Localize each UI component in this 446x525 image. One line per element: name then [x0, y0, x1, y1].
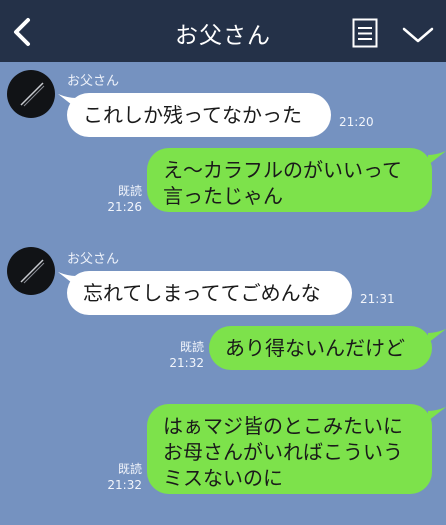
message-time: 21:20 — [339, 115, 374, 129]
avatar-image — [20, 259, 45, 284]
chat-header: お父さん — [0, 0, 446, 62]
message-bubble[interactable]: 忘れてしまっててごめんな — [67, 271, 352, 315]
message-bubble[interactable]: え〜カラフルのがいいって 言ったじゃん — [147, 148, 432, 212]
read-receipt: 既読 — [179, 340, 204, 354]
bubble-tail — [428, 407, 446, 421]
message-time: 21:32 — [169, 356, 204, 370]
chevron-down-icon[interactable] — [401, 24, 435, 46]
message-bubble[interactable]: あり得ないんだけど — [209, 326, 432, 370]
read-receipt: 既読 — [117, 184, 142, 198]
note-icon[interactable] — [352, 18, 378, 48]
read-receipt: 既読 — [117, 462, 142, 476]
message-time: 21:26 — [107, 200, 142, 214]
message-bubble[interactable]: はぁマジ皆のとこみたいに お母さんがいればこういう ミスないのに — [147, 404, 432, 494]
avatar[interactable] — [7, 247, 55, 295]
bubble-tail — [428, 151, 446, 165]
chat-title: お父さん — [175, 23, 271, 49]
message-time: 21:32 — [107, 478, 142, 492]
message-time: 21:31 — [360, 292, 395, 306]
message-bubble[interactable]: これしか残ってなかった — [67, 93, 331, 137]
sender-name: お父さん — [67, 252, 120, 267]
avatar[interactable] — [7, 70, 55, 118]
bubble-tail — [428, 329, 446, 343]
avatar-image — [20, 82, 45, 107]
sender-name: お父さん — [67, 74, 120, 89]
